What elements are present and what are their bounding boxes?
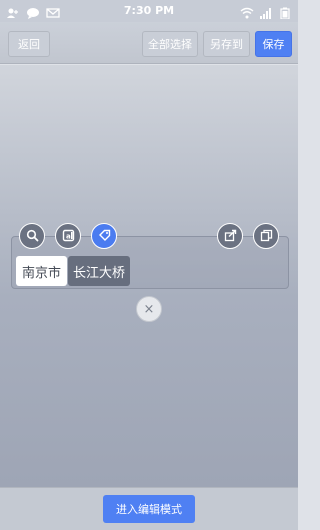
copy-button[interactable] xyxy=(253,223,279,249)
main-content: a 南京市 长江大桥 × xyxy=(0,65,298,487)
share-button[interactable] xyxy=(217,223,243,249)
word-chip-selected[interactable]: 长江大桥 xyxy=(68,256,130,286)
back-button[interactable]: 返回 xyxy=(8,31,50,57)
top-toolbar: 返回 全部选择 另存到 保存 xyxy=(0,22,298,64)
status-bar: 7:30 PM xyxy=(0,0,298,22)
signal-icon xyxy=(259,4,273,19)
wifi-icon xyxy=(240,4,254,19)
copy-icon xyxy=(260,227,273,246)
translate-icon: a xyxy=(62,227,75,246)
translate-button[interactable]: a xyxy=(55,223,81,249)
close-button[interactable]: × xyxy=(136,296,162,322)
svg-text:a: a xyxy=(66,232,71,240)
word-chip[interactable]: 南京市 xyxy=(16,256,67,286)
search-icon xyxy=(26,227,39,246)
tag-button[interactable] xyxy=(91,223,117,249)
close-icon: × xyxy=(143,301,155,317)
select-all-button[interactable]: 全部选择 xyxy=(142,31,198,57)
battery-icon xyxy=(278,4,292,20)
enter-edit-mode-button[interactable]: 进入编辑模式 xyxy=(103,495,195,523)
tag-icon xyxy=(98,227,111,246)
save-as-button[interactable]: 另存到 xyxy=(203,31,250,57)
search-button[interactable] xyxy=(19,223,45,249)
bottom-bar: 进入编辑模式 xyxy=(0,487,298,530)
share-icon xyxy=(224,227,237,246)
status-right-icons xyxy=(240,4,292,20)
save-button[interactable]: 保存 xyxy=(255,31,292,57)
